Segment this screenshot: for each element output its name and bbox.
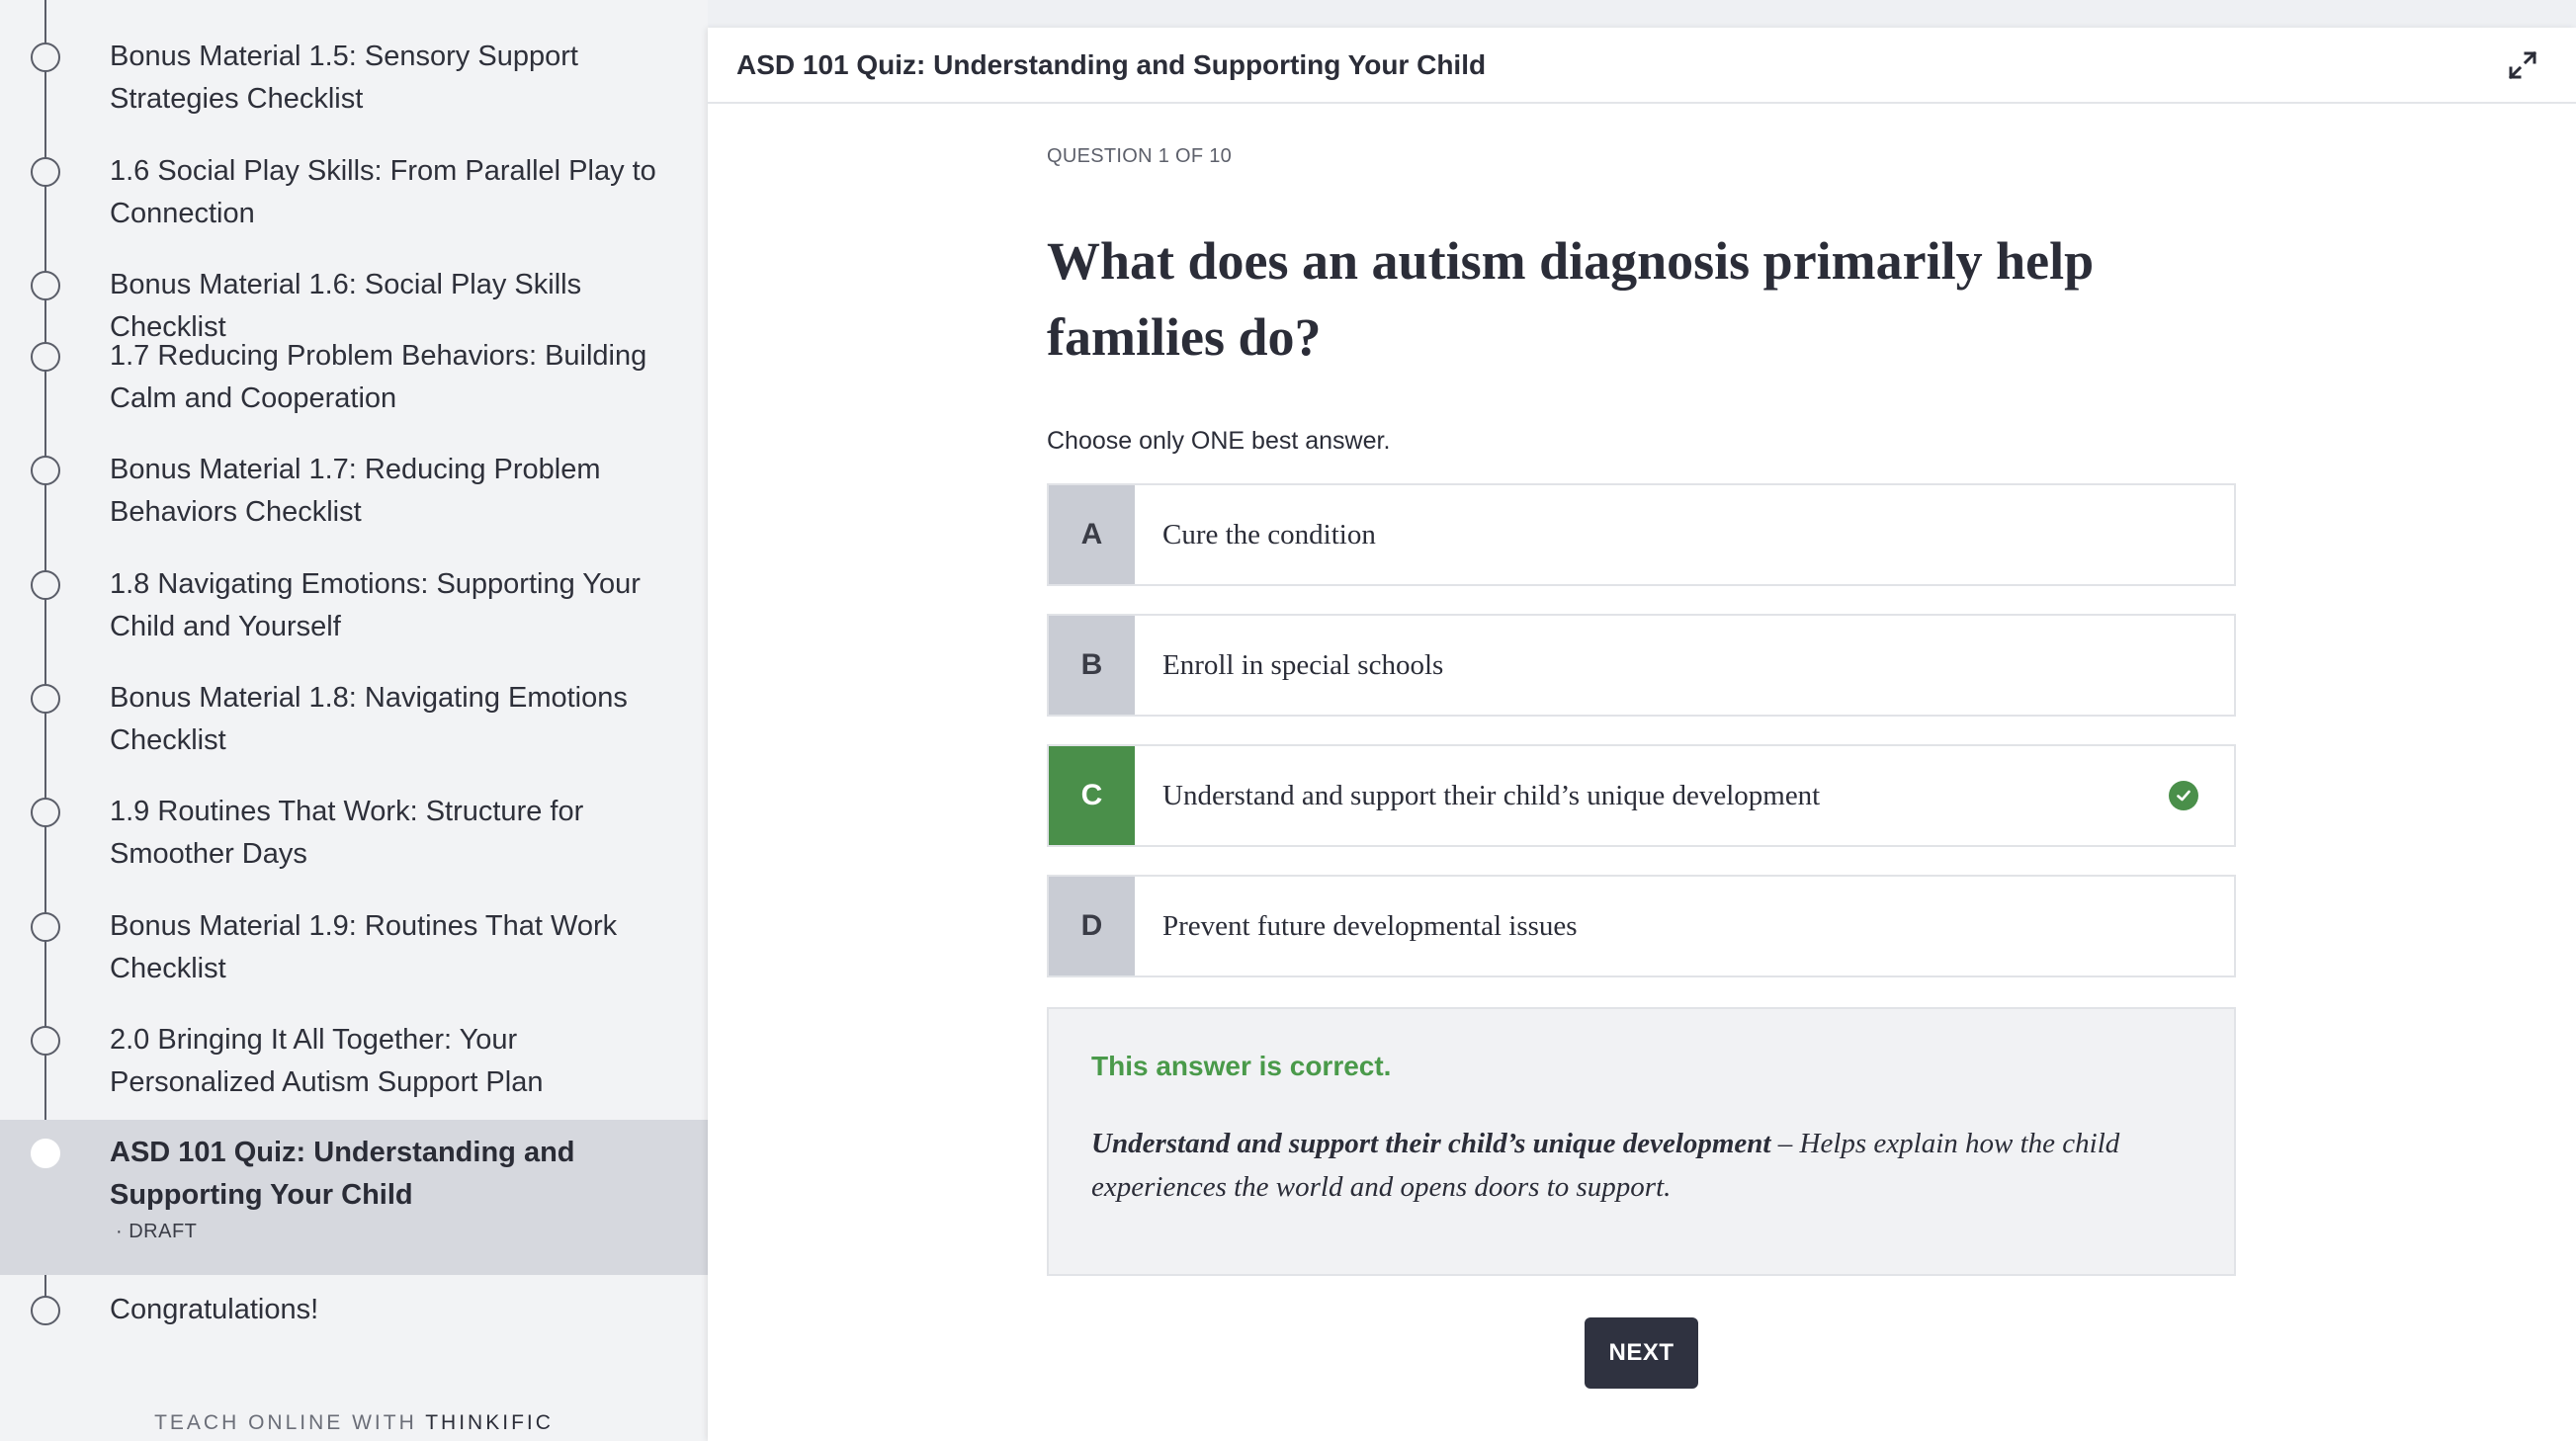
lesson-item[interactable]: 2.0 Bringing It All Together: Your Perso… xyxy=(0,1019,708,1104)
quiz-body: QUESTION 1 OF 10 What does an autism dia… xyxy=(1047,104,2236,1389)
lesson-title: Congratulations! xyxy=(110,1294,319,1325)
lesson-status-circle-icon xyxy=(31,342,60,372)
lesson-title: 2.0 Bringing It All Together: Your Perso… xyxy=(110,1024,544,1098)
answer-option-c[interactable]: C Understand and support their child’s u… xyxy=(1047,744,2236,847)
lesson-title: Bonus Material 1.7: Reducing Problem Beh… xyxy=(110,454,601,528)
lesson-status-circle-icon xyxy=(31,456,60,485)
draft-badge: · DRAFT xyxy=(116,1221,198,1242)
expand-icon[interactable] xyxy=(2503,45,2542,85)
lesson-title: Bonus Material 1.9: Routines That Work C… xyxy=(110,910,618,984)
answer-text: Cure the condition xyxy=(1162,518,1376,551)
next-button[interactable]: NEXT xyxy=(1585,1317,1698,1389)
course-sidebar: Bonus Material 1.5: Sensory Support Stra… xyxy=(0,0,708,1441)
lesson-status-circle-icon xyxy=(31,157,60,187)
lesson-item[interactable]: 1.8 Navigating Emotions: Supporting Your… xyxy=(0,563,708,648)
lesson-title: Bonus Material 1.5: Sensory Support Stra… xyxy=(110,41,578,115)
lesson-status-circle-icon xyxy=(31,1296,60,1325)
checkmark-icon xyxy=(2177,790,2190,802)
answer-list: A Cure the condition B Enroll in special… xyxy=(1047,483,2236,977)
lesson-title: 1.8 Navigating Emotions: Supporting Your… xyxy=(110,568,641,642)
lesson-title: 1.6 Social Play Skills: From Parallel Pl… xyxy=(110,155,656,229)
question-progress: QUESTION 1 OF 10 xyxy=(1047,145,1233,167)
lesson-item[interactable]: 1.9 Routines That Work: Structure for Sm… xyxy=(0,791,708,876)
quiz-panel: ASD 101 Quiz: Understanding and Supporti… xyxy=(708,28,2576,1441)
lesson-status-circle-icon xyxy=(31,271,60,300)
lesson-item[interactable]: Congratulations! xyxy=(0,1289,708,1331)
answer-letter: B xyxy=(1049,616,1135,715)
lesson-status-circle-icon xyxy=(31,684,60,714)
feedback-answer-bold: Understand and support their child’s uni… xyxy=(1091,1128,1771,1159)
lesson-item[interactable]: Bonus Material 1.9: Routines That Work C… xyxy=(0,905,708,990)
lesson-title: ASD 101 Quiz: Understanding and Supporti… xyxy=(110,1137,575,1211)
answer-text: Understand and support their child’s uni… xyxy=(1162,779,1821,811)
next-wrap: NEXT xyxy=(1047,1317,2236,1389)
draft-label: DRAFT xyxy=(129,1221,198,1242)
answer-letter: C xyxy=(1049,746,1135,845)
lesson-title: Bonus Material 1.8: Navigating Emotions … xyxy=(110,682,628,756)
answer-feedback: This answer is correct. Understand and s… xyxy=(1047,1007,2236,1276)
lesson-item[interactable]: Bonus Material 1.5: Sensory Support Stra… xyxy=(0,36,708,121)
content-header: ASD 101 Quiz: Understanding and Supporti… xyxy=(708,28,2576,104)
lesson-item[interactable]: Bonus Material 1.8: Navigating Emotions … xyxy=(0,677,708,762)
answer-letter: D xyxy=(1049,877,1135,975)
lesson-item-active[interactable]: ASD 101 Quiz: Understanding and Supporti… xyxy=(0,1120,708,1275)
content-title: ASD 101 Quiz: Understanding and Supporti… xyxy=(736,48,1487,80)
footer-brand-name: THINKIFIC xyxy=(425,1411,554,1434)
feedback-explanation: Understand and support their child’s uni… xyxy=(1091,1122,2191,1209)
answer-option-d[interactable]: D Prevent future developmental issues xyxy=(1047,875,2236,977)
answer-option-a[interactable]: A Cure the condition xyxy=(1047,483,2236,586)
answer-text: Prevent future developmental issues xyxy=(1162,909,1578,942)
feedback-verdict: This answer is correct. xyxy=(1091,1051,1392,1081)
lesson-item[interactable]: 1.6 Social Play Skills: From Parallel Pl… xyxy=(0,150,708,235)
lesson-status-circle-icon xyxy=(31,42,60,72)
answer-instruction: Choose only ONE best answer. xyxy=(1047,427,1391,455)
check-circle-icon xyxy=(2169,781,2198,810)
thinkific-footer-link[interactable]: TEACH ONLINE WITH THINKIFIC xyxy=(0,1411,708,1435)
lesson-item[interactable]: Bonus Material 1.7: Reducing Problem Beh… xyxy=(0,449,708,534)
lesson-status-circle-icon xyxy=(31,798,60,827)
lesson-title: 1.9 Routines That Work: Structure for Sm… xyxy=(110,796,584,870)
lesson-title: 1.7 Reducing Problem Behaviors: Building… xyxy=(110,340,647,414)
answer-letter: A xyxy=(1049,485,1135,584)
question-text: What does an autism diagnosis primarily … xyxy=(1047,231,2095,367)
answer-option-b[interactable]: B Enroll in special schools xyxy=(1047,614,2236,717)
expand-arrows-icon xyxy=(2508,50,2537,79)
app-root: Bonus Material 1.5: Sensory Support Stra… xyxy=(0,0,2576,1441)
lesson-status-circle-icon xyxy=(31,1026,60,1056)
lesson-current-circle-icon xyxy=(31,1139,60,1168)
answer-text: Enroll in special schools xyxy=(1162,648,1444,681)
lesson-item[interactable]: 1.7 Reducing Problem Behaviors: Building… xyxy=(0,335,708,420)
footer-prefix: TEACH ONLINE WITH xyxy=(154,1411,417,1434)
lesson-status-circle-icon xyxy=(31,570,60,600)
lesson-status-circle-icon xyxy=(31,912,60,942)
